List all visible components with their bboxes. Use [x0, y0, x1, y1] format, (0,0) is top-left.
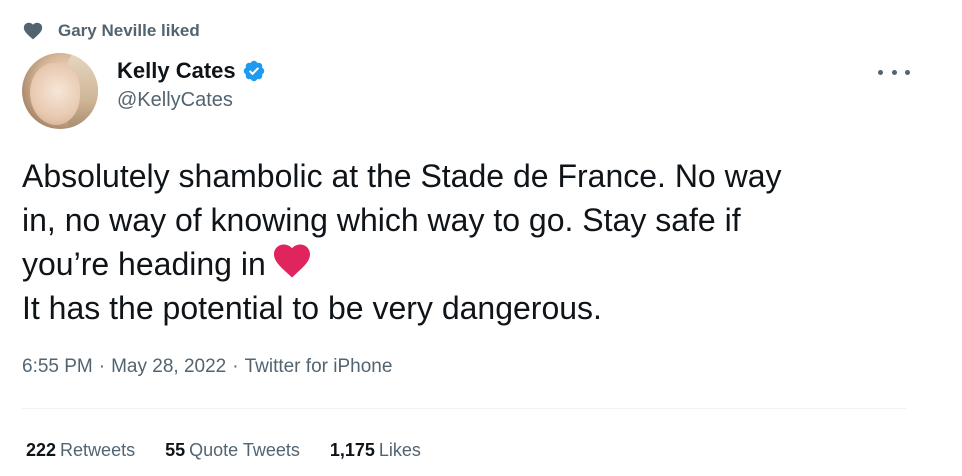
- likes-count: 1,175: [329, 440, 375, 460]
- tweet-date[interactable]: May 28, 2022: [111, 356, 226, 378]
- likes-label: Likes: [378, 440, 421, 460]
- tweet-text: Absolutely shambolic at the Stade de Fra…: [22, 154, 922, 330]
- verified-badge-icon: [242, 59, 266, 83]
- more-dot-icon: [878, 69, 883, 75]
- retweets-count: 222: [26, 440, 57, 460]
- social-context-text[interactable]: Gary Neville liked: [58, 21, 200, 41]
- tweet-line: in, no way of knowing which way to go. S…: [22, 202, 741, 238]
- meta-separator: ·: [232, 356, 239, 377]
- tweet-line: you’re heading in: [22, 242, 922, 286]
- tweet-card[interactable]: Gary Neville liked Kelly Cates @KellyCat…: [0, 0, 962, 476]
- tweet-time[interactable]: 6:55 PM: [22, 356, 93, 378]
- tweet-line: It has the potential to be very dangerou…: [22, 290, 602, 326]
- author-block: Kelly Cates @KellyCates: [117, 58, 266, 112]
- quote-tweets-label: Quote Tweets: [189, 440, 300, 460]
- more-dot-icon: [891, 69, 897, 75]
- heart-icon: [22, 20, 44, 42]
- divider: [22, 408, 906, 409]
- social-context: Gary Neville liked: [22, 20, 200, 42]
- more-dot-icon: [905, 69, 910, 75]
- author-name-row[interactable]: Kelly Cates: [117, 58, 266, 84]
- tweet-line: Absolutely shambolic at the Stade de Fra…: [22, 158, 782, 194]
- meta-separator: ·: [98, 356, 106, 377]
- author-handle[interactable]: @KellyCates: [117, 89, 266, 112]
- quote-tweets-count: 55: [165, 440, 186, 460]
- tweet-meta: 6:55 PM · May 28, 2022 · Twitter for iPh…: [22, 356, 392, 378]
- engagement-stats: 222 Retweets 55 Quote Tweets 1,175 Likes: [26, 440, 421, 461]
- tweet-line-text: you’re heading in: [22, 246, 266, 282]
- likes-stat[interactable]: 1,175 Likes: [330, 440, 421, 461]
- author-name[interactable]: Kelly Cates: [117, 58, 236, 84]
- retweets-label: Retweets: [60, 440, 136, 460]
- tweet-source-link[interactable]: Twitter for iPhone: [245, 356, 393, 378]
- avatar[interactable]: [22, 53, 98, 129]
- quote-tweets-stat[interactable]: 55 Quote Tweets: [165, 440, 300, 461]
- red-heart-emoji-icon: [272, 243, 312, 279]
- retweets-stat[interactable]: 222 Retweets: [26, 440, 135, 461]
- more-options-button[interactable]: [878, 62, 910, 82]
